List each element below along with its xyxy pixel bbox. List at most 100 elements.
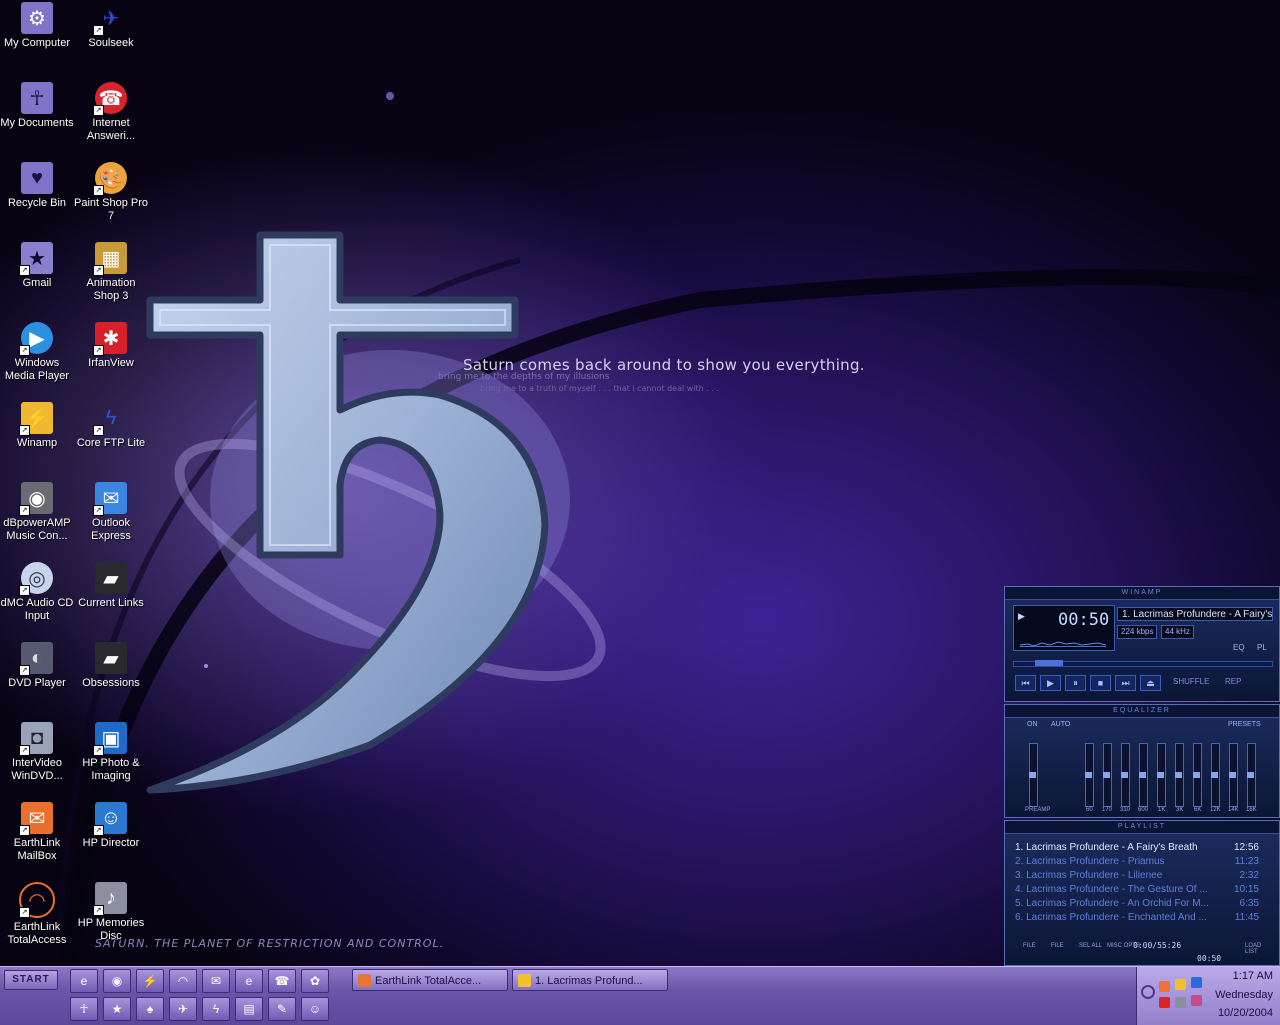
- eq-band-slider[interactable]: [1193, 743, 1202, 807]
- desktop-icon-paint-shop-pro[interactable]: 🎨 ↗ Paint Shop Pro 7: [74, 162, 148, 223]
- clock-time[interactable]: 1:17 AM: [1233, 970, 1273, 982]
- desktop-icon-current-links[interactable]: ▰ Current Links: [74, 562, 148, 610]
- seek-handle[interactable]: [1035, 660, 1063, 666]
- desktop-icon-winamp[interactable]: ⚡ ↗ Winamp: [0, 402, 74, 450]
- seek-bar[interactable]: [1013, 660, 1273, 667]
- desktop-icon-my-documents[interactable]: ☥ My Documents: [0, 82, 74, 130]
- quicklaunch-ie-icon[interactable]: e: [70, 969, 98, 993]
- eq-band-slider[interactable]: [1229, 743, 1238, 807]
- quicklaunch-star-icon[interactable]: ★: [103, 997, 131, 1021]
- eq-band-slider[interactable]: [1121, 743, 1130, 807]
- soulseek-bird-icon: ✈ ↗: [93, 2, 127, 36]
- eq-toggle-button[interactable]: EQ: [1233, 643, 1245, 652]
- quicklaunch-media-icon[interactable]: ◉: [103, 969, 131, 993]
- desktop-icon-my-computer[interactable]: ⚙ My Computer: [0, 2, 74, 50]
- quicklaunch-ftp-icon[interactable]: ϟ: [202, 997, 230, 1021]
- playlist-item[interactable]: 4. Lacrimas Profundere - The Gesture Of …: [1015, 883, 1259, 897]
- tray-earthlink-icon[interactable]: [1159, 981, 1170, 992]
- quicklaunch-earthlink-mail-icon[interactable]: ✉: [202, 969, 230, 993]
- task-button-winamp[interactable]: 1. Lacrimas Profund...: [512, 969, 668, 991]
- desktop-icon-earthlink-totalaccess[interactable]: ◠ ↗ EarthLink TotalAccess: [0, 882, 74, 947]
- playlist-select-all-button[interactable]: SEL ALL: [1079, 943, 1102, 949]
- star-icon: ★ ↗: [19, 242, 53, 276]
- playlist-item[interactable]: 3. Lacrimas Profundere - Lilienee 2:32: [1015, 869, 1259, 883]
- playlist-toggle-button[interactable]: PL: [1257, 643, 1267, 652]
- playlist-position-time: 00:50: [1197, 954, 1222, 963]
- quicklaunch-paint-icon[interactable]: ✎: [268, 997, 296, 1021]
- desktop-icon-core-ftp[interactable]: ϟ ↗ Core FTP Lite: [74, 402, 148, 450]
- eq-presets-button[interactable]: PRESETS: [1228, 721, 1261, 728]
- quicklaunch-soulseek-icon[interactable]: ✈: [169, 997, 197, 1021]
- quicklaunch-answer-icon[interactable]: ☎: [268, 969, 296, 993]
- quicklaunch-doc-icon[interactable]: ▤: [235, 997, 263, 1021]
- playlist-item[interactable]: 2. Lacrimas Profundere - Priamus 11:23: [1015, 855, 1259, 869]
- eq-preamp-slider[interactable]: [1029, 743, 1038, 807]
- desktop-icon-irfanview[interactable]: ✱ ↗ IrfanView: [74, 322, 148, 370]
- tray-volume-icon[interactable]: [1175, 997, 1186, 1008]
- tray-winamp-icon[interactable]: [1175, 979, 1186, 990]
- quicklaunch-browser-icon[interactable]: e: [235, 969, 263, 993]
- stop-button[interactable]: ■: [1090, 675, 1111, 691]
- shuffle-button[interactable]: SHUFFLE: [1173, 677, 1209, 686]
- next-button[interactable]: ⏭: [1115, 675, 1136, 691]
- quicklaunch-photo-icon[interactable]: ✿: [301, 969, 329, 993]
- start-button[interactable]: START: [4, 970, 58, 990]
- eq-on-button[interactable]: ON: [1027, 721, 1038, 728]
- repeat-button[interactable]: REP: [1225, 677, 1241, 686]
- winamp-time[interactable]: 00:50: [1058, 610, 1109, 630]
- desktop-icon-hp-memories-disc[interactable]: ♪ ↗ HP Memories Disc: [74, 882, 148, 943]
- desktop-icon-hp-director[interactable]: ☺ ↗ HP Director: [74, 802, 148, 850]
- eq-band-slider[interactable]: [1139, 743, 1148, 807]
- desktop-icon-soulseek[interactable]: ✈ ↗ Soulseek: [74, 2, 148, 50]
- playlist-titlebar[interactable]: PLAYLIST: [1005, 821, 1279, 834]
- quicklaunch-earthlink-icon[interactable]: ◠: [169, 969, 197, 993]
- desktop-icon-earthlink-mailbox[interactable]: ✉ ↗ EarthLink MailBox: [0, 802, 74, 863]
- tray-answering-icon[interactable]: [1159, 997, 1170, 1008]
- eq-preamp-label: PREAMP: [1025, 807, 1051, 813]
- desktop-icon-recycle-bin[interactable]: ♥ Recycle Bin: [0, 162, 74, 210]
- my-computer-icon: ⚙: [21, 2, 53, 34]
- desktop-icon-obsessions[interactable]: ▰ Obsessions: [74, 642, 148, 690]
- eq-auto-button[interactable]: AUTO: [1051, 721, 1070, 728]
- task-button-earthlink[interactable]: EarthLink TotalAcce...: [352, 969, 508, 991]
- desktop-icon-hp-photo-imaging[interactable]: ▣ ↗ HP Photo & Imaging: [74, 722, 148, 783]
- quicklaunch-hp-icon[interactable]: ☥: [70, 997, 98, 1021]
- desktop-icon-dvd-player[interactable]: ◐ ↗ DVD Player: [0, 642, 74, 690]
- equalizer-titlebar[interactable]: EQUALIZER: [1005, 705, 1279, 718]
- pause-button[interactable]: ⏸: [1065, 675, 1086, 691]
- eq-band-slider[interactable]: [1103, 743, 1112, 807]
- quicklaunch-spade-icon[interactable]: ♠: [136, 997, 164, 1021]
- playlist-remove-file-button[interactable]: FILE: [1051, 943, 1064, 949]
- playlist-add-file-button[interactable]: FILE: [1023, 943, 1036, 949]
- quicklaunch-hp-director-icon[interactable]: ☺: [301, 997, 329, 1021]
- previous-button[interactable]: ⏮: [1015, 675, 1036, 691]
- desktop-icon-animation-shop[interactable]: ▦ ↗ Animation Shop 3: [74, 242, 148, 303]
- desktop-icon-outlook-express[interactable]: ✉ ↗ Outlook Express: [74, 482, 148, 543]
- desktop-icon-intervideo-windvd[interactable]: ◘ ↗ InterVideo WinDVD...: [0, 722, 74, 783]
- desktop-icon-dmc-audio-cd[interactable]: ◎ ↗ dMC Audio CD Input: [0, 562, 74, 623]
- eq-band-slider[interactable]: [1175, 743, 1184, 807]
- tray-photo-icon[interactable]: [1191, 995, 1202, 1006]
- eq-band-slider[interactable]: [1247, 743, 1256, 807]
- playlist-load-list-button[interactable]: LOAD LIST: [1245, 943, 1273, 955]
- eject-button[interactable]: ⏏: [1140, 675, 1161, 691]
- desktop-icon-internet-answering[interactable]: ☎ ↗ Internet Answeri...: [74, 82, 148, 143]
- wallpaper-subline-2: bring me to a truth of myself . . . that…: [480, 384, 719, 393]
- desktop-icon-gmail[interactable]: ★ ↗ Gmail: [0, 242, 74, 290]
- eq-band-slider[interactable]: [1211, 743, 1220, 807]
- play-button[interactable]: ▶: [1040, 675, 1061, 691]
- playlist-item[interactable]: 5. Lacrimas Profundere - An Orchid For M…: [1015, 897, 1259, 911]
- visualizer[interactable]: [1019, 634, 1107, 647]
- eq-band-slider[interactable]: [1085, 743, 1094, 807]
- desktop-icon-windows-media-player[interactable]: ▶ ↗ Windows Media Player: [0, 322, 74, 383]
- playlist-item[interactable]: 1. Lacrimas Profundere - A Fairy's Breat…: [1015, 841, 1259, 855]
- media-player-icon: ▶ ↗: [19, 322, 53, 356]
- winamp-titlebar[interactable]: WINAMP: [1005, 587, 1279, 600]
- eq-band-slider[interactable]: [1157, 743, 1166, 807]
- tray-toggle-icon[interactable]: [1141, 985, 1155, 999]
- track-title-marquee[interactable]: 1. Lacrimas Profundere - A Fairy's Breat…: [1117, 607, 1273, 621]
- quicklaunch-winamp-icon[interactable]: ⚡: [136, 969, 164, 993]
- playlist-item[interactable]: 6. Lacrimas Profundere - Enchanted And .…: [1015, 911, 1259, 925]
- desktop-icon-dbpoweramp[interactable]: ◉ ↗ dBpowerAMP Music Con...: [0, 482, 74, 543]
- tray-network-icon[interactable]: [1191, 977, 1202, 988]
